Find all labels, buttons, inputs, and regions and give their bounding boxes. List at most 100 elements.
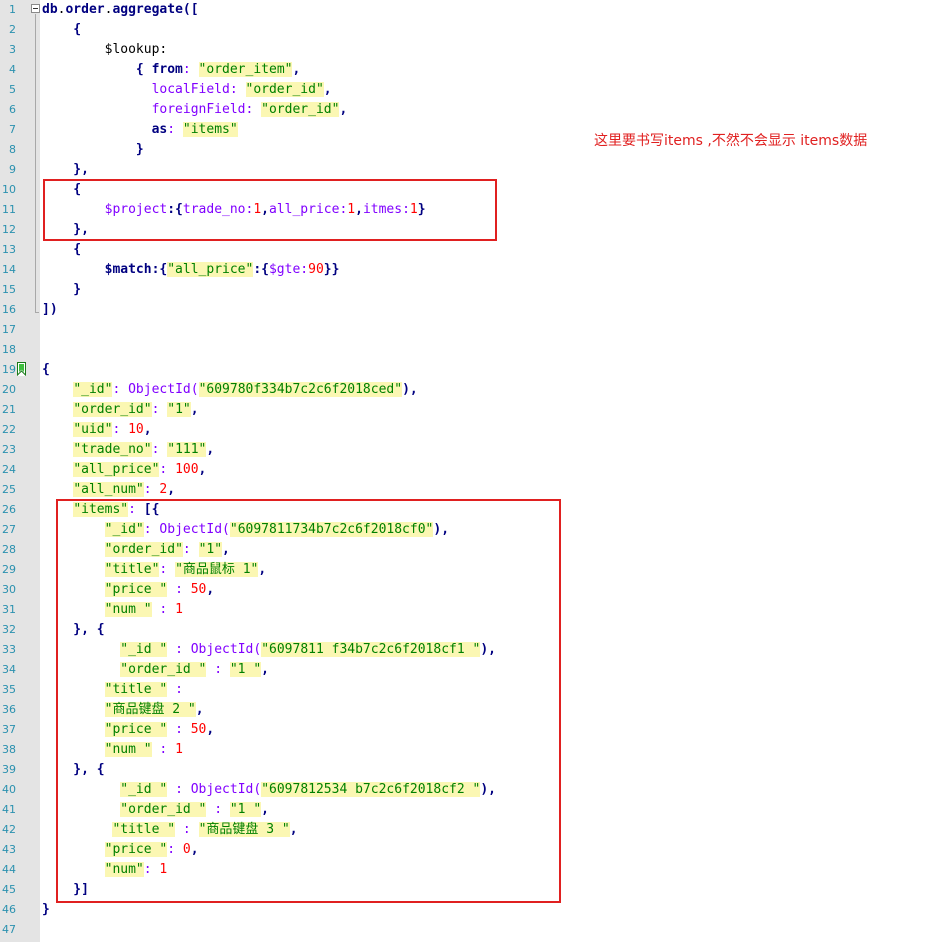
fold-guide-end (35, 312, 39, 313)
line-number: 40 (2, 783, 16, 796)
code-token: "all_price" (73, 462, 160, 477)
code-token: , (292, 62, 301, 77)
code-token: foreignField (42, 102, 246, 117)
line-number: 14 (2, 263, 16, 276)
code-token: , (206, 442, 215, 457)
code-token: : (245, 102, 262, 117)
code-line: $match:{"all_price":{$gte:90}} (42, 260, 339, 280)
code-token: from (151, 62, 183, 77)
bookmark-icon[interactable] (17, 362, 26, 376)
code-token: 10 (128, 422, 144, 437)
code-line: } (42, 900, 50, 920)
code-token: , (167, 482, 176, 497)
code-token: "trade_no" (73, 442, 152, 457)
code-line: } (42, 280, 81, 300)
highlight-box-items (56, 499, 561, 903)
code-token: ObjectId( (128, 382, 199, 397)
code-token: }, (42, 162, 89, 177)
line-number: 35 (2, 683, 16, 696)
code-token: "order_id" (245, 82, 324, 97)
code-token: : (159, 462, 176, 477)
line-number: 10 (2, 183, 16, 196)
line-number: 15 (2, 283, 16, 296)
line-number: 29 (2, 563, 16, 576)
code-token: $match (42, 262, 152, 277)
code-token: : (167, 122, 183, 137)
code-line: { (42, 20, 81, 40)
code-line: foreignField: "order_id", (42, 100, 347, 120)
code-token: { (42, 62, 152, 77)
code-line: as: "items" (42, 120, 238, 140)
code-token: $gte (268, 262, 301, 277)
code-token: :{ (151, 262, 168, 277)
line-number: 11 (2, 203, 16, 216)
code-line: "all_price": 100, (42, 460, 206, 480)
code-line: $lookup: (42, 40, 168, 60)
line-number: 27 (2, 523, 16, 536)
code-line: db.order.aggregate([ (42, 0, 199, 20)
line-number: 45 (2, 883, 16, 896)
code-token: "all_price" (167, 262, 254, 277)
code-token: :{ (253, 262, 269, 277)
line-number: 8 (9, 143, 16, 156)
code-token: , (339, 102, 348, 117)
code-line: { (42, 240, 81, 260)
line-number: 32 (2, 623, 16, 636)
line-number: 7 (9, 123, 16, 136)
code-token: , (323, 82, 332, 97)
code-line: localField: "order_id", (42, 80, 332, 100)
code-token: "uid" (73, 422, 113, 437)
code-token: , (143, 422, 152, 437)
code-line: { (42, 360, 50, 380)
line-number: 20 (2, 383, 16, 396)
line-number: 34 (2, 663, 16, 676)
code-token: "order_id" (73, 402, 152, 417)
code-token: { (42, 362, 50, 377)
code-token: : (143, 482, 160, 497)
code-line: "trade_no": "111", (42, 440, 214, 460)
fold-minus-icon[interactable] (31, 4, 40, 13)
line-number: 28 (2, 543, 16, 556)
code-token: 90 (308, 262, 324, 277)
line-number: 43 (2, 843, 16, 856)
code-token: { (42, 242, 82, 257)
line-number: 6 (9, 103, 16, 116)
code-line: "all_num": 2, (42, 480, 175, 500)
code-token: $lookup: (42, 42, 168, 57)
line-number: 22 (2, 423, 16, 436)
line-number: 36 (2, 703, 16, 716)
line-number: 21 (2, 403, 16, 416)
line-number: 46 (2, 903, 16, 916)
line-number: 47 (2, 923, 16, 936)
line-number: 5 (9, 83, 16, 96)
line-number: 17 (2, 323, 16, 336)
code-token: aggregate (112, 2, 183, 17)
code-token: "all_num" (73, 482, 144, 497)
code-token: , (190, 402, 199, 417)
code-token: "_id" (73, 382, 113, 397)
code-token: "order_id" (261, 102, 340, 117)
code-token: : (112, 382, 129, 397)
line-number: 38 (2, 743, 16, 756)
code-token: db (42, 2, 58, 17)
code-token: : (229, 82, 246, 97)
code-token: } (42, 282, 82, 297)
code-token: "order_item" (198, 62, 293, 77)
line-number: 26 (2, 503, 16, 516)
code-line: "uid": 10, (42, 420, 152, 440)
code-token: }} (323, 262, 340, 277)
code-token: order (65, 2, 105, 17)
line-number: 9 (9, 163, 16, 176)
code-line: ]) (42, 300, 58, 320)
code-token: localField (42, 82, 230, 97)
fold-guide-line (35, 14, 36, 312)
line-number: 19 (2, 363, 16, 376)
code-line: "_id": ObjectId("609780f334b7c2c6f2018ce… (42, 380, 418, 400)
code-token: , (198, 462, 207, 477)
code-token: "items" (182, 122, 238, 137)
code-token: as (151, 122, 168, 137)
code-line: }, (42, 160, 89, 180)
